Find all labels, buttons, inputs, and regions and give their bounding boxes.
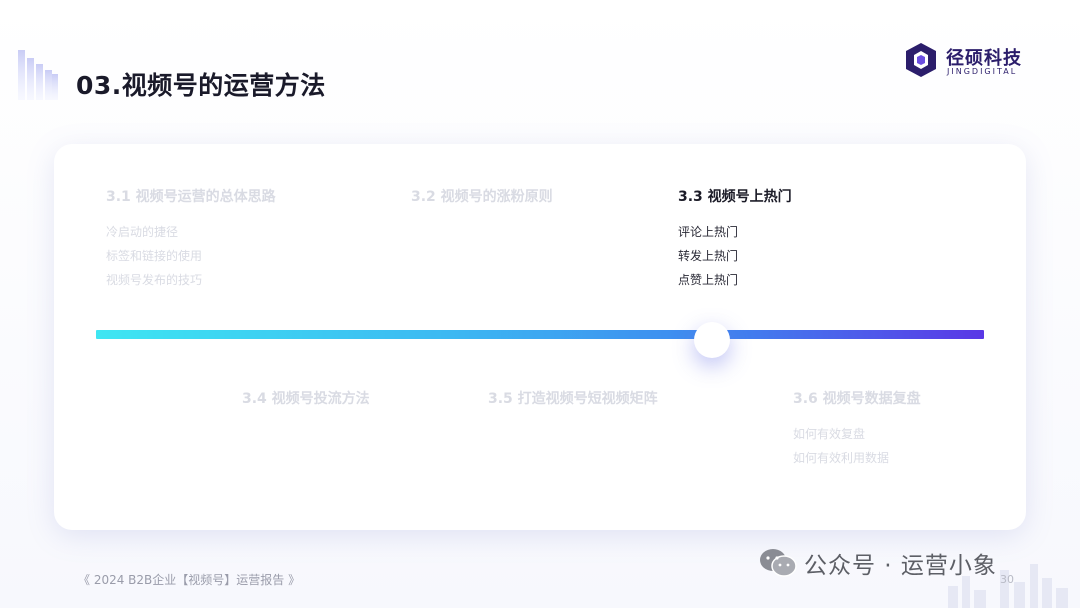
slide: 03.视频号的运营方法 径硕科技 JINGDIGITAL 3.1 视频号运营的总…: [0, 0, 1080, 608]
section-item: 评论上热门: [678, 225, 739, 239]
section-item: 标签和链接的使用: [106, 249, 203, 263]
brand-logo: 径硕科技 JINGDIGITAL: [904, 42, 1044, 82]
section-3-6[interactable]: 3.6 视频号数据复盘 如何有效复盘 如何有效利用数据: [793, 388, 921, 470]
section-item: 冷启动的捷径: [106, 225, 179, 239]
section-title: 3.5 打造视频号短视频矩阵: [488, 391, 658, 407]
section-title: 3.4 视频号投流方法: [242, 391, 370, 407]
section-item: 如何有效复盘: [793, 427, 866, 441]
section-3-3[interactable]: 3.3 视频号上热门 评论上热门 转发上热门 点赞上热门: [678, 186, 792, 292]
section-item: 视频号发布的技巧: [106, 273, 203, 287]
section-3-5[interactable]: 3.5 打造视频号短视频矩阵: [488, 388, 658, 408]
wechat-icon: [760, 549, 797, 577]
watermark-text: 公众号 · 运营小象: [804, 553, 997, 579]
progress-timeline: [96, 330, 984, 339]
page-number: 30: [1000, 573, 1014, 586]
section-title: 3.6 视频号数据复盘: [793, 391, 921, 407]
section-title: 3.2 视频号的涨粉原则: [411, 189, 553, 205]
wechat-watermark: 公众号 · 运营小象: [758, 546, 997, 580]
section-3-1[interactable]: 3.1 视频号运营的总体思路 冷启动的捷径 标签和链接的使用 视频号发布的技巧: [106, 186, 276, 292]
bar-chart-decoration-icon: [18, 50, 58, 100]
logo-mark-icon: [906, 43, 936, 77]
section-title: 3.3 视频号上热门: [678, 189, 792, 205]
page-title: 03.视频号的运营方法: [76, 71, 326, 100]
section-item: 点赞上热门: [678, 273, 739, 287]
timeline-marker-pointer-icon: [703, 328, 721, 339]
section-title: 3.1 视频号运营的总体思路: [106, 189, 276, 205]
section-3-4[interactable]: 3.4 视频号投流方法: [242, 388, 370, 408]
footer-report-title: 《 2024 B2B企业【视频号】运营报告 》: [78, 573, 301, 587]
section-item: 如何有效利用数据: [793, 451, 890, 465]
section-3-2[interactable]: 3.2 视频号的涨粉原则: [411, 186, 553, 206]
section-item: 转发上热门: [678, 249, 739, 263]
content-card: 3.1 视频号运营的总体思路 冷启动的捷径 标签和链接的使用 视频号发布的技巧 …: [54, 144, 1026, 530]
logo-english-name: JINGDIGITAL: [947, 67, 1018, 76]
